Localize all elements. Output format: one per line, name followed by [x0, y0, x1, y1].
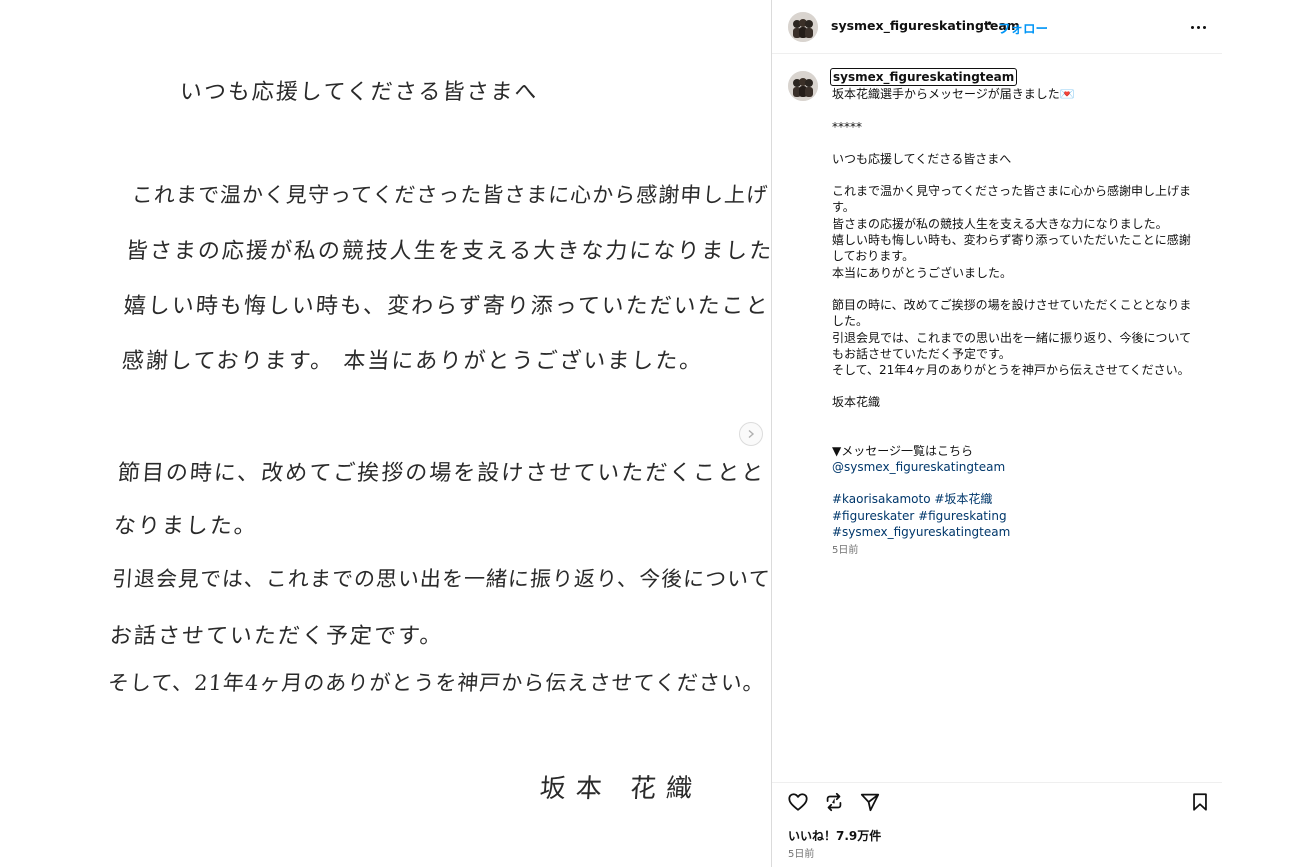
letter-line: 嬉しい時も悔しい時も、変わらず寄り添っていただいたことに	[122, 294, 771, 319]
letter-line: これまで温かく見守ってくださった皆さまに心から感謝申し上げます。	[131, 183, 771, 207]
caption-mention-link[interactable]: @sysmex_figureskatingteam	[832, 459, 1192, 475]
letter-line: そして、21年4ヶ月のありがとうを神戸から伝えさせてください。	[107, 671, 766, 695]
heart-icon	[788, 793, 808, 811]
caption-message-list: ▼メッセージ一覧はこちら	[832, 443, 973, 458]
letter-line: お話させていただく予定です。	[108, 624, 445, 649]
more-icon-dot	[1202, 25, 1206, 29]
header-separator: •	[986, 17, 994, 31]
caption-greeting: いつも応援してくださる皆さまへ	[832, 151, 1012, 166]
post-details-panel: sysmex_figureskatingteam • フォロー sysmex_f…	[772, 0, 1222, 867]
letter-line: なりました。	[112, 514, 259, 539]
like-button[interactable]	[787, 791, 809, 813]
more-icon	[1190, 25, 1194, 29]
caption-paragraph-1: これまで温かく見守ってくださった皆さまに心から感謝申し上げます。 皆さまの応援が…	[832, 184, 1192, 280]
letter-line: 皆さまの応援が私の競技人生を支える大きな力になりました。	[124, 239, 771, 264]
repost-button[interactable]	[823, 791, 845, 813]
team-photo-icon	[788, 12, 818, 42]
chevron-right-icon	[748, 429, 755, 439]
save-button[interactable]	[1189, 791, 1211, 813]
caption-hashtags[interactable]: #sysmex_figyureskatingteam	[832, 524, 1192, 540]
letter-signature: 坂本 花織	[538, 774, 704, 804]
repost-icon	[826, 792, 842, 812]
letter-line: 感謝しております。 本当にありがとうございました。	[120, 349, 705, 374]
action-bar	[772, 782, 1222, 818]
carousel-next-button[interactable]	[739, 422, 763, 446]
post-timestamp: 5日前	[788, 849, 815, 860]
share-button[interactable]	[859, 791, 881, 813]
post-header: sysmex_figureskatingteam • フォロー	[772, 0, 1222, 54]
post-image-letter: いつも応援してくださる皆さまへ これまで温かく見守ってくださった皆さまに心から感…	[0, 0, 771, 867]
caption-avatar[interactable]	[788, 71, 818, 101]
more-icon-dot	[1196, 25, 1200, 29]
letter-line: いつも応援してくださる皆さまへ	[178, 80, 540, 105]
avatar[interactable]	[788, 12, 818, 42]
caption-hashtags[interactable]: #kaorisakamoto #坂本花織	[832, 491, 1192, 507]
caption-timestamp: 5日前	[832, 545, 859, 557]
page-margin	[1222, 0, 1300, 867]
caption-paragraph-2: 節目の時に、改めてご挨拶の場を設けさせていただくこととなりました。 引退会見では…	[832, 297, 1192, 378]
caption-intro: 坂本花織選手からメッセージが届きました💌	[832, 87, 1075, 102]
likes-count[interactable]: いいね！7.9万件	[788, 827, 881, 844]
follow-button[interactable]: フォロー	[998, 18, 1048, 37]
bookmark-icon	[1193, 793, 1207, 811]
letter-line: 節目の時に、改めてご挨拶の場を設けさせていただくことと	[116, 461, 767, 486]
caption-signature: 坂本花織	[832, 395, 881, 410]
caption-username[interactable]: sysmex_figureskatingteam	[830, 68, 1018, 87]
share-icon	[860, 793, 880, 812]
caption-hashtags[interactable]: #figureskater #figureskating	[832, 508, 1192, 524]
caption-stars: *****	[832, 119, 862, 134]
post-caption: sysmex_figureskatingteam 坂本花織選手からメッセージが届…	[830, 68, 1192, 560]
team-photo-icon	[788, 71, 818, 101]
letter-line: 引退会見では、これまでの思い出を一緒に振り返り、今後についても	[111, 567, 771, 591]
more-options-button[interactable]	[1186, 15, 1210, 39]
